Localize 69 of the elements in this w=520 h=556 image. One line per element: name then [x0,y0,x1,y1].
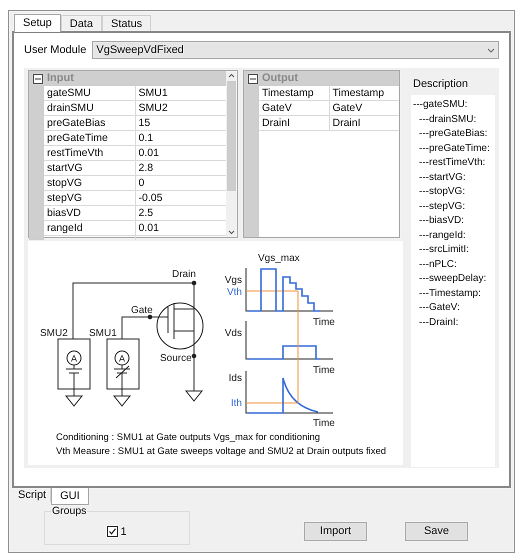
tab[interactable]: GUI [51,488,89,505]
property-value[interactable]: Timestamp [330,86,399,101]
property-name[interactable]: rangeId [44,221,136,236]
property-name[interactable]: stopVG [44,176,136,191]
property-name[interactable]: gateSMU [44,86,136,101]
user-module-dropdown[interactable]: VgSweepVdFixed [92,41,499,59]
axis-label: Vds [224,328,242,339]
description-line: ---sweepDelay: [418,272,488,286]
source-label: Source [160,353,192,364]
axis-label: Ids [228,373,242,384]
checkbox-label: 1 [120,524,127,540]
smu-label: SMU1 [89,328,117,339]
ammeter-label: A [71,354,77,364]
property-name[interactable]: restTimeVth [44,146,136,161]
chevron-down-icon [487,48,495,52]
ammeter-label: A [119,354,125,364]
description-line: ---startVG: [418,170,467,184]
description-line: ---stopVG: [418,185,466,199]
property-name[interactable]: preGateBias [44,116,136,131]
action-button[interactable]: Save [405,522,468,540]
description-line: ---rangeId: [418,228,467,242]
diagram-note: Vth Measure : SMU1 at Gate sweeps voltage and SMU2 at Drain outputs fixed [56,445,386,459]
gate-label: Gate [131,305,153,316]
grid-title: Output [262,71,298,86]
property-name[interactable]: DrainI [259,116,330,131]
collapse-icon[interactable] [33,74,43,84]
axis-label: Time [313,418,335,429]
threshold-label: Ith [230,398,242,409]
smu-label: SMU2 [40,328,68,339]
tab[interactable]: Setup [14,14,61,32]
field-label: User Module [24,42,86,58]
action-button[interactable]: Import [304,522,367,540]
diagram-note: Conditioning : SMU1 at Gate outputs Vgs_max for conditioning [56,431,320,445]
check-icon [108,527,118,536]
tab[interactable]: Status [102,15,152,31]
property-name[interactable]: preGateTime [44,131,136,146]
axis-label: Time [313,317,335,328]
property-name[interactable]: stepVG [44,191,136,206]
axis-label: Time [313,365,335,376]
property-name[interactable]: startVG [44,161,136,176]
description-line: ---stepVG: [418,200,466,214]
scrollbar[interactable] [226,71,237,237]
collapse-icon[interactable] [248,74,258,84]
threshold-label: Vth [226,287,242,298]
property-value[interactable]: GateV [330,101,399,116]
property-name[interactable]: biasVD [44,206,136,221]
drain-label: Drain [172,269,196,280]
grid-title: Input [47,71,74,86]
description-line: ---drainSMU: [418,112,478,126]
description-line: ---nPLC: [418,258,458,272]
description-line: ---GateV: [418,301,461,315]
tab[interactable]: Data [60,15,102,31]
groups-title: Groups [51,505,88,517]
property-name[interactable]: drainSMU [44,101,136,116]
checkbox[interactable] [107,526,118,538]
description-title: Description [412,77,470,92]
description-line: ---srcLimitI: [418,243,470,257]
property-name[interactable]: GateV [259,101,330,116]
property-name[interactable]: Timestamp [259,86,330,101]
property-value[interactable]: DrainI [330,116,399,131]
description-line: ---preGateBias: [418,127,488,141]
description-line: ---DrainI: [418,316,460,330]
description-line: ---preGateTime: [418,142,491,156]
description-line: ---biasVD: [418,214,466,228]
axis-label: Vgs [224,275,242,286]
description-line: ---Timestamp: [418,286,482,300]
description-line: ---restTimeVth: [418,156,486,170]
peak-label: Vgs_max [258,253,300,264]
description-line: ---gateSMU: [413,98,468,112]
